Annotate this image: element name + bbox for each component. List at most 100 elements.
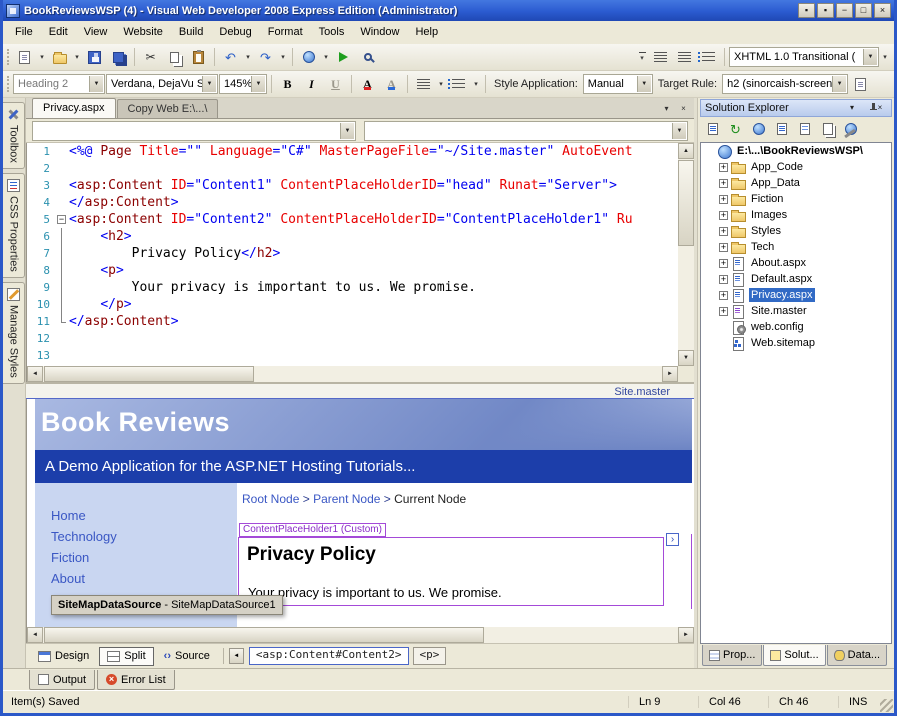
menu-item-tools[interactable]: Tools [311, 21, 353, 44]
tree-item[interactable]: E:\...\BookReviewsWSP\ [701, 143, 891, 159]
content-heading[interactable]: Privacy Policy [247, 544, 663, 566]
aux-button-1[interactable]: ▪ [798, 3, 815, 18]
scroll-up-button[interactable]: ▲ [678, 143, 694, 159]
code-surface[interactable]: 1<%@ Page Title="" Language="C#" MasterP… [27, 143, 678, 366]
document-tab[interactable]: Privacy.aspx [32, 98, 116, 118]
list-dropdown[interactable]: ▾ [471, 73, 481, 95]
code-line[interactable]: 1<%@ Page Title="" Language="C#" MasterP… [27, 143, 678, 160]
tree-item[interactable]: +Tech [701, 239, 891, 255]
new-web-item-button[interactable] [13, 46, 36, 68]
object-dropdown[interactable]: ▼ [32, 121, 356, 141]
content-placeholder[interactable]: Privacy Policy Your privacy is important… [238, 537, 664, 606]
redo-dropdown[interactable]: ▾ [278, 46, 288, 68]
document-tab[interactable]: Copy Web E:\...\ [117, 99, 219, 118]
cut-button[interactable]: ✂ [139, 46, 162, 68]
paste-button[interactable] [187, 46, 210, 68]
menu-item-debug[interactable]: Debug [211, 21, 259, 44]
doctype-options-button[interactable]: ▾ [880, 46, 890, 68]
event-dropdown[interactable]: ▼ [364, 121, 688, 141]
code-line[interactable]: 10 </p> [27, 296, 678, 313]
font-size-combo[interactable]: 145% ▼ [219, 74, 267, 94]
tree-item[interactable]: +Fiction [701, 191, 891, 207]
design-view-button[interactable]: Design [30, 647, 97, 666]
menu-item-build[interactable]: Build [171, 21, 211, 44]
paragraph-style-combo[interactable]: Heading 2 ▼ [13, 74, 105, 94]
side-tab-manage-styles[interactable]: Manage Styles [3, 282, 25, 384]
scroll-right-button[interactable]: ► [662, 366, 678, 382]
undo-dropdown[interactable]: ▾ [243, 46, 253, 68]
menu-item-view[interactable]: View [76, 21, 116, 44]
code-line[interactable]: 6 <h2> [27, 228, 678, 245]
panel-tab-error-list[interactable]: ×Error List [97, 670, 175, 690]
code-line[interactable]: 11</asp:Content> [27, 313, 678, 330]
code-line[interactable]: 2 [27, 160, 678, 177]
side-tab-toolbox[interactable]: Toolbox [3, 102, 25, 169]
code-line[interactable]: 7 Privacy Policy</h2> [27, 245, 678, 262]
start-debugging-button[interactable] [332, 46, 355, 68]
breadcrumb-node[interactable]: Root Node [242, 492, 299, 506]
breadcrumb-node[interactable]: Parent Node [313, 492, 380, 506]
content-text[interactable]: Your privacy is important to us. We prom… [248, 585, 502, 600]
aux-button-2[interactable]: ▪ [817, 3, 834, 18]
vertical-scroll-thumb[interactable] [678, 160, 694, 246]
tree-item[interactable]: +About.aspx [701, 255, 891, 271]
expander-icon[interactable]: + [719, 179, 728, 188]
tag-navigator-back-button[interactable]: ◄ [229, 648, 244, 664]
tag-crumb[interactable]: <asp:Content#Content2> [249, 647, 409, 665]
resize-grip[interactable] [880, 699, 893, 712]
expander-icon[interactable]: + [719, 227, 728, 236]
menu-item-format[interactable]: Format [260, 21, 311, 44]
tree-item[interactable]: +App_Data [701, 175, 891, 191]
tool-tab-solut[interactable]: Solut... [763, 645, 825, 666]
title-bar[interactable]: BookReviewsWSP (4) - Visual Web Develope… [3, 0, 894, 21]
comment-button[interactable] [649, 46, 672, 68]
view-designer-button[interactable] [794, 119, 815, 139]
underline-button[interactable]: U [324, 73, 347, 95]
list-button[interactable] [447, 73, 470, 95]
horizontal-scroll-thumb[interactable] [44, 366, 254, 382]
indent-button[interactable] [697, 46, 720, 68]
expander-icon[interactable]: + [719, 275, 728, 284]
expander-icon[interactable]: + [719, 307, 728, 316]
code-line[interactable]: 12 [27, 330, 678, 347]
sitemapdatasource-control[interactable]: SiteMapDataSource - SiteMapDataSource1 [51, 595, 283, 615]
placeholder-label[interactable]: ContentPlaceHolder1 (Custom) [239, 523, 386, 537]
target-rule-combo[interactable]: h2 (sinorcaish-screen.cs ▼ [722, 74, 848, 94]
breadcrumb-node[interactable]: Current Node [394, 492, 466, 506]
tree-item[interactable]: Web.sitemap [701, 335, 891, 351]
bold-button[interactable]: B [276, 73, 299, 95]
open-file-dropdown[interactable]: ▾ [72, 46, 82, 68]
expander-icon[interactable]: + [719, 163, 728, 172]
chevron-down-icon[interactable]: ▼ [832, 76, 846, 92]
window-position-menu-button[interactable]: ▾ [845, 101, 859, 115]
tree-item[interactable]: +Styles [701, 223, 891, 239]
alignment-button[interactable] [412, 73, 435, 95]
nest-related-files-button[interactable] [817, 119, 838, 139]
source-view-button[interactable]: ‹› Source [156, 647, 218, 666]
split-view-button[interactable]: Split [99, 647, 153, 666]
expander-icon[interactable]: + [719, 291, 728, 300]
highlight-button[interactable]: A [380, 73, 403, 95]
code-line[interactable]: 13 [27, 347, 678, 364]
new-item-dropdown[interactable]: ▾ [37, 46, 47, 68]
tree-item[interactable]: +Privacy.aspx [701, 287, 891, 303]
style-application-combo[interactable]: Manual ▼ [583, 74, 653, 94]
copy-web-site-button[interactable] [748, 119, 769, 139]
doctype-combo[interactable]: XHTML 1.0 Transitional ( ▼ [729, 47, 879, 67]
menu-item-edit[interactable]: Edit [41, 21, 76, 44]
scroll-down-button[interactable]: ▼ [678, 350, 694, 366]
scroll-right-button[interactable]: ► [678, 627, 694, 643]
close-document-button[interactable]: × [676, 101, 691, 116]
menu-item-help[interactable]: Help [407, 21, 446, 44]
navigate-dropdown[interactable]: ▾ [321, 46, 331, 68]
tree-item[interactable]: +Default.aspx [701, 271, 891, 287]
find-button[interactable] [356, 46, 379, 68]
active-files-dropdown[interactable]: ▾ [659, 101, 674, 116]
master-page-label[interactable]: Site.master [614, 386, 670, 398]
design-scroll-thumb[interactable] [44, 627, 484, 643]
font-color-button[interactable]: A [356, 73, 379, 95]
chevron-down-icon[interactable]: ▼ [202, 76, 216, 92]
properties-button[interactable] [702, 119, 723, 139]
menu-item-file[interactable]: File [7, 21, 41, 44]
nav-link-about[interactable]: About [35, 568, 237, 589]
